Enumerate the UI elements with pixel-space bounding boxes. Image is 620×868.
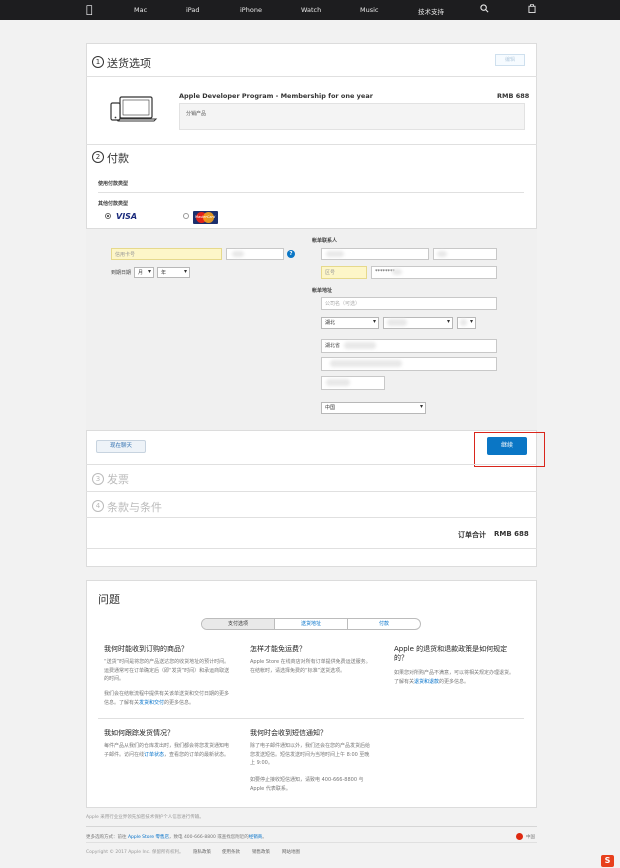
divider (86, 464, 537, 465)
province-select[interactable]: 湖北 (321, 317, 379, 329)
divider (86, 430, 537, 431)
shipping-edit-button[interactable]: 编辑 (495, 54, 525, 66)
phone-input[interactable]: ******** (371, 266, 497, 279)
divider (86, 548, 537, 549)
reseller-link[interactable]: 经销商 (249, 835, 263, 840)
product-name: Apple Developer Program - Membership for… (179, 92, 373, 100)
blurred-value (326, 251, 344, 257)
nav-iphone[interactable]: iPhone (240, 6, 262, 14)
product-note: 分销产品 (186, 111, 207, 117)
divider (98, 718, 524, 719)
tab-payment-options[interactable]: 支付选项 (202, 619, 275, 629)
shipping-link[interactable]: 发货和交付 (139, 700, 164, 706)
tab-payment[interactable]: 付款 (348, 619, 420, 629)
chat-button[interactable]: 现在聊天 (96, 440, 146, 453)
divider (86, 517, 537, 518)
faq-question: 我如何跟踪发货情况？ (104, 729, 174, 737)
billing-contact-label: 帐单联系人 (312, 238, 338, 244)
divider (86, 76, 537, 77)
faq-question: 怎样才能免运费？ (250, 645, 306, 653)
step-3-number: 3 (92, 473, 104, 485)
blurred-value (232, 251, 244, 257)
product-note-box (179, 103, 525, 130)
help-icon[interactable]: ? (287, 250, 295, 258)
copyright: Copyright © 2017 Apple Inc. 保留所有权利。 (86, 850, 184, 855)
company-input[interactable]: 公司名（可选） (321, 297, 497, 310)
search-icon[interactable] (480, 4, 489, 15)
used-payment-label: 使用付款类型 (98, 181, 129, 187)
product-price: RMB 688 (497, 92, 530, 100)
retail-store-link[interactable]: Apple Store 零售店 (128, 835, 169, 840)
nav-support[interactable]: 技术支持 (418, 6, 444, 16)
visa-logo: VISA (116, 212, 138, 221)
order-status-link[interactable]: 订单状态 (144, 752, 164, 758)
returns-link[interactable]: 退货和退款 (414, 679, 439, 685)
faq-answer: Apple Store 在线商店对所有订单提供免费运送服务。在结帐时，请选择免费… (250, 659, 371, 674)
blurred-value (387, 319, 407, 326)
footer-link-sitemap[interactable]: 网站地图 (282, 849, 300, 855)
faq-answer: 每件产品从我们的仓库发出时，我们都会将您发货通知电子邮件。访问在线订单状态，查看… (104, 743, 230, 758)
mastercard-logo: MasterCard (193, 211, 218, 224)
tab-shipping-address[interactable]: 送货地址 (275, 619, 348, 629)
step-2-number: 2 (92, 151, 104, 163)
more-ways-text: 更多选购方式：前往 Apple Store 零售店，致电 400-666-880… (86, 835, 267, 840)
divider (86, 826, 537, 827)
faq-answer: 我们会在结帐流程中提供有关该单送货和交付日期的更多信息。了解有关发货和交付的更多… (104, 691, 230, 706)
divider (86, 842, 537, 843)
continue-button[interactable]: 继续 (487, 437, 527, 455)
expiry-month-select[interactable]: 月 (134, 267, 154, 278)
order-total-label: 订单合计 (458, 531, 486, 539)
nav-watch[interactable]: Watch (301, 6, 321, 14)
terms-title: 条款与条件 (107, 501, 162, 514)
apple-logo-icon[interactable]:  (86, 3, 93, 16)
nav-mac[interactable]: Mac (134, 6, 147, 14)
other-payment-label: 其他付款类型 (98, 201, 129, 207)
step-4-number: 4 (92, 500, 104, 512)
blurred-value (326, 379, 350, 386)
blurred-value (330, 360, 402, 367)
faq-answer: 除了电子邮件通知以外，我们还会在您的产品发货后给您发送短信。短信发送时间为当地时… (250, 743, 371, 766)
divider (86, 491, 537, 492)
divider (86, 144, 537, 145)
faq-question: Apple 的退货和退款政策是如何规定的？ (394, 645, 508, 662)
footer-link-terms[interactable]: 使用条款 (222, 849, 240, 855)
card-number-input[interactable]: 信用卡号 (111, 248, 222, 260)
faq-answer: 如要停止接收短信通知，请致电 400-666-8800 与 Apple 代表联系… (250, 777, 364, 792)
footer-link-sales[interactable]: 销售政策 (252, 849, 270, 855)
nav-music[interactable]: Music (360, 6, 379, 14)
expiry-year-select[interactable]: 年 (157, 267, 190, 278)
faq-answer: “送货”时间是将您的产品送达您的收货地址的预计时间。运费通常可在订单确定后（即“… (104, 659, 230, 682)
faq-question: 我何时能收到订购的商品？ (104, 645, 188, 653)
faq-title: 问题 (98, 593, 120, 606)
faq-tabs: 支付选项 送货地址 付款 (201, 618, 421, 630)
blurred-value (460, 319, 467, 326)
expiry-label: 到期日期 (111, 270, 132, 276)
shipping-title: 送货选项 (107, 57, 151, 70)
mac-iphone-icon (110, 95, 158, 127)
step-1-number: 1 (92, 56, 104, 68)
blurred-value (437, 251, 447, 257)
blurred-value (392, 269, 402, 275)
bag-icon[interactable] (528, 3, 536, 15)
watermark-logo-icon: S (601, 855, 614, 867)
faq-question: 我何时会收到短信通知？ (250, 729, 327, 737)
area-code-input[interactable]: 区号 (321, 266, 367, 279)
security-note: Apple 采用行业业界领先加密技术保护个人信息进行传输。 (86, 815, 204, 820)
region-label[interactable]: 中国 (526, 834, 535, 840)
mastercard-radio[interactable] (183, 213, 189, 219)
billing-address-label: 帐单地址 (312, 288, 333, 294)
footer-link-privacy[interactable]: 隐私政策 (193, 849, 211, 855)
divider (98, 192, 524, 193)
country-select[interactable]: 中国 (321, 402, 426, 414)
global-nav:  Mac iPad iPhone Watch Music 技术支持 (0, 0, 620, 20)
blurred-value (344, 342, 376, 349)
nav-ipad[interactable]: iPad (186, 6, 200, 14)
visa-radio[interactable] (105, 213, 111, 219)
faq-answer: 如果您对所购产品不满意，可以将相关规定办理退货。了解有关退货和退款的更多信息。 (394, 670, 515, 685)
invoice-title: 发票 (107, 473, 129, 486)
order-total-value: RMB 688 (494, 530, 529, 538)
payment-title: 付款 (107, 152, 129, 165)
china-flag-icon[interactable] (516, 833, 523, 840)
